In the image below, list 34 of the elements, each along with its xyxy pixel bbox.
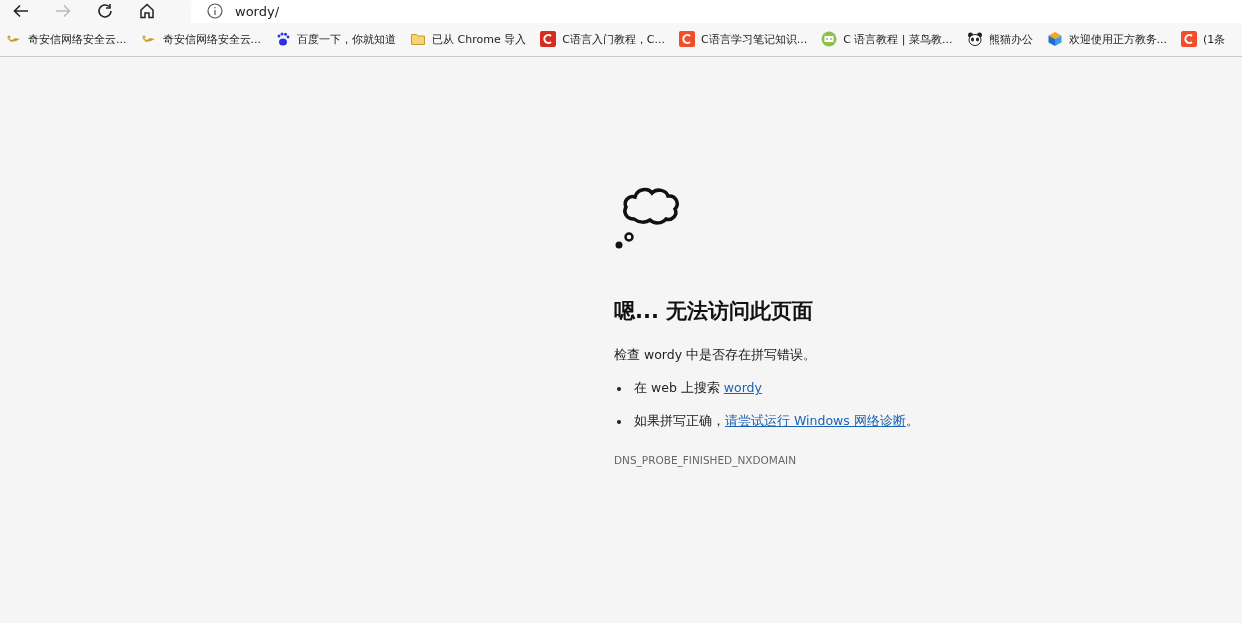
panda-icon <box>966 31 983 47</box>
letter-c-icon <box>679 31 695 47</box>
bookmark[interactable]: C 语言教程 | 菜鸟教... <box>815 31 959 47</box>
letter-c-icon <box>540 31 557 47</box>
bookmark[interactable]: C语言入门教程，C... <box>534 31 671 47</box>
bookmark[interactable]: (1条 <box>1175 31 1232 47</box>
suggestion-link[interactable]: 请尝试运行 Windows 网络诊断 <box>725 413 906 428</box>
bookmark[interactable]: 百度一下，你就知道 <box>269 31 402 47</box>
bookmark[interactable]: 奇安信网络安全云... <box>134 31 267 47</box>
home-icon <box>138 2 156 20</box>
bookmark[interactable]: 欢迎使用正方教务... <box>1040 31 1174 47</box>
folder-icon <box>410 31 426 47</box>
suggestion-text: 如果拼写正确，请尝试运行 Windows 网络诊断。 <box>634 413 919 430</box>
suggestion-text: 在 web 上搜索 wordy <box>634 380 762 397</box>
code-icon <box>821 31 838 47</box>
bookmark[interactable]: 熊猫办公 <box>960 31 1039 47</box>
cube-icon <box>1046 31 1063 47</box>
bookmark[interactable]: 奇安信网络安全云... <box>0 31 133 47</box>
suggestion-link[interactable]: wordy <box>723 380 762 395</box>
error-message: 检查 wordy 中是否存在拼写错误。 <box>614 347 818 364</box>
error-code: DNS_PROBE_FINISHED_NXDOMAIN <box>614 454 798 466</box>
bookmark[interactable]: C语言学习笔记知识... <box>673 31 814 47</box>
bookmark[interactable]: 已从 Chrome 导入 <box>404 31 533 47</box>
bullet-icon <box>617 419 621 424</box>
info-icon[interactable] <box>207 3 223 19</box>
reload-icon <box>96 2 114 20</box>
letter-c-icon <box>1181 31 1198 47</box>
arrow-left-icon <box>12 2 30 20</box>
url-text: wordy/ <box>235 3 280 19</box>
error-heading: 嗯... 无法访问此页面 <box>614 298 815 325</box>
paw-icon <box>275 31 291 47</box>
address-bar[interactable]: wordy/ <box>191 0 1242 23</box>
arrow-right-icon <box>54 2 72 20</box>
bullet-icon <box>617 386 621 391</box>
